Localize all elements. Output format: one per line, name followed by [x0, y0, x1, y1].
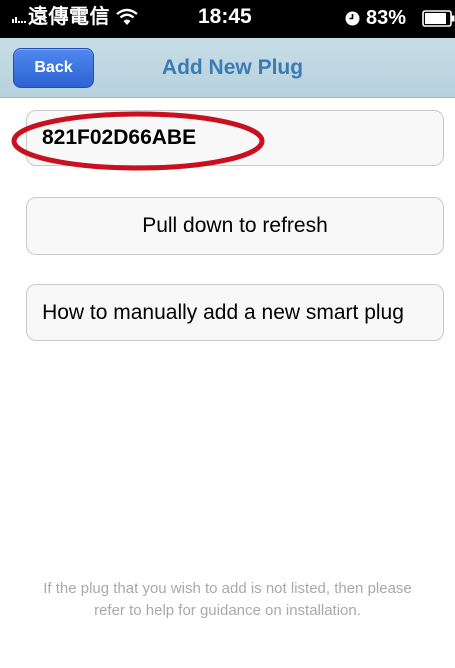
footer-note-line-2: refer to help for guidance on installati… — [94, 602, 361, 619]
navigation-bar: Back Add New Plug — [0, 38, 455, 98]
carrier-name: 遠傳電信 — [28, 6, 110, 28]
pull-to-refresh-button[interactable]: Pull down to refresh — [26, 197, 444, 255]
page-title: Add New Plug — [161, 56, 304, 79]
clock-icon — [345, 11, 360, 26]
signal-bars-icon — [12, 17, 26, 23]
plug-list-item[interactable]: 821F02D66ABE — [26, 110, 444, 166]
wifi-icon — [116, 8, 138, 25]
screen: 遠傳電信 18:45 83% Back Add New Plug 821F02D… — [0, 0, 455, 668]
plug-id-label: 821F02D66ABE — [42, 126, 197, 149]
status-bar: 遠傳電信 18:45 83% — [0, 0, 455, 38]
back-button[interactable]: Back — [13, 48, 94, 88]
manual-add-label: How to manually add a new smart plug — [42, 300, 404, 324]
clock-time: 18:45 — [198, 5, 252, 28]
manual-add-help-button[interactable]: How to manually add a new smart plug — [26, 284, 444, 341]
footer-note: If the plug that you wish to add is not … — [0, 578, 455, 622]
footer-note-line-1: If the plug that you wish to add is not … — [43, 580, 412, 597]
battery-icon — [422, 10, 455, 27]
battery-percent: 83% — [366, 7, 407, 29]
refresh-label: Pull down to refresh — [142, 214, 328, 237]
